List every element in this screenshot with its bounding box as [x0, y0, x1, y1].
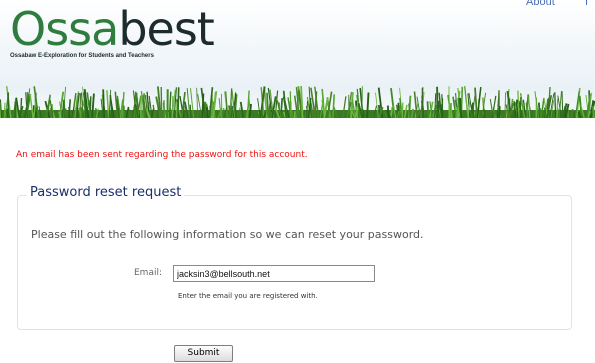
status-message: An email has been sent regarding the pas… — [16, 150, 308, 160]
logo-wordmark-part-a: Ossa — [10, 2, 119, 56]
grass-banner — [0, 86, 595, 118]
logo-wordmark: Ossabest — [10, 6, 215, 52]
logo-wordmark-part-b: best — [118, 2, 215, 56]
email-label: Email: — [134, 268, 163, 278]
nav-link-about[interactable]: About — [526, 0, 555, 8]
submit-button[interactable]: Submit — [174, 345, 233, 362]
password-reset-fieldset — [17, 195, 572, 330]
form-legend: Password reset request — [27, 185, 185, 200]
email-help-text: Enter the email you are registered with. — [178, 292, 318, 300]
email-field[interactable] — [173, 265, 375, 282]
nav-link-secondary[interactable]: I — [585, 0, 588, 8]
form-instructions: Please fill out the following informatio… — [31, 228, 424, 241]
site-logo[interactable]: Ossabest Ossabaw E-Exploration for Stude… — [10, 6, 215, 59]
site-header: Ossabest Ossabaw E-Exploration for Stude… — [0, 0, 595, 118]
